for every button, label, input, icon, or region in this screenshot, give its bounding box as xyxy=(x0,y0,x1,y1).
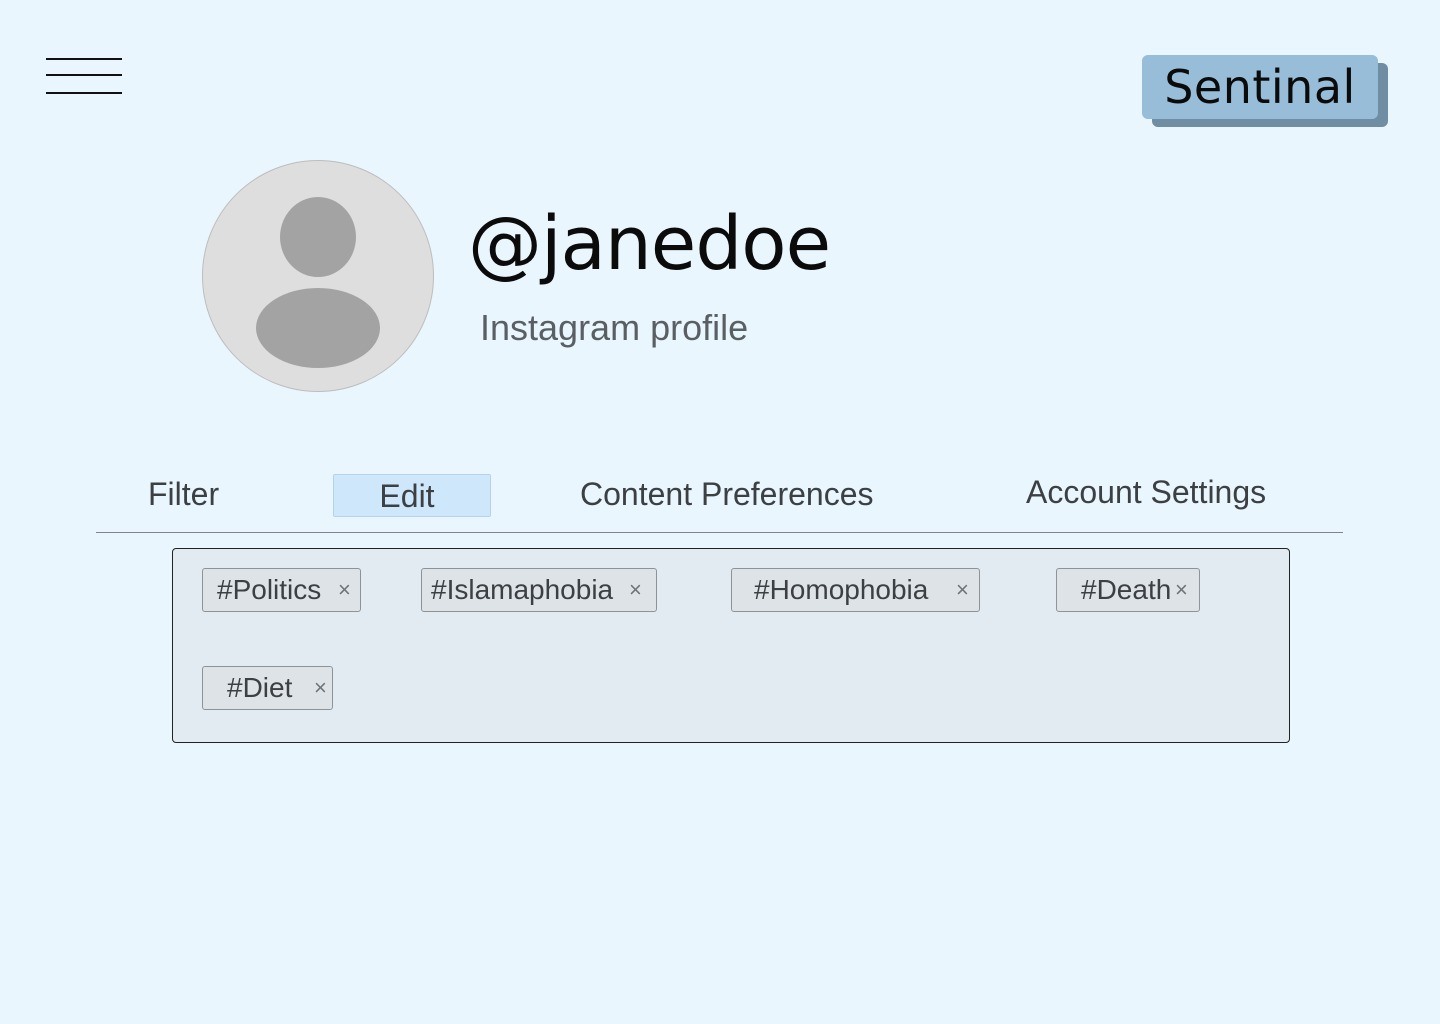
avatar-head xyxy=(280,197,356,277)
tag-chip: #Politics × xyxy=(202,568,361,612)
tab-account-settings[interactable]: Account Settings xyxy=(1026,472,1266,512)
profile-subtitle: Instagram profile xyxy=(480,307,749,348)
menu-line xyxy=(46,74,122,76)
close-icon[interactable]: × xyxy=(956,569,969,611)
user-placeholder-icon xyxy=(202,160,434,392)
brand-logo-button-wrapper: Sentinal xyxy=(1142,55,1388,127)
close-icon[interactable]: × xyxy=(338,569,351,611)
tab-filter[interactable]: Filter xyxy=(148,474,219,514)
close-icon[interactable]: × xyxy=(314,667,327,709)
tag-chip: #Homophobia × xyxy=(731,568,980,612)
avatar-body xyxy=(256,288,380,368)
tag-chip: #Death × xyxy=(1056,568,1200,612)
tag-chip: #Diet × xyxy=(202,666,333,710)
tab-content-preferences[interactable]: Content Preferences xyxy=(580,474,874,514)
tab-edit[interactable]: Edit xyxy=(333,474,491,517)
tag-label: #Politics xyxy=(217,574,322,605)
tag-chip: #Islamaphobia × xyxy=(421,568,657,612)
close-icon[interactable]: × xyxy=(1175,569,1188,611)
tag-label: #Death xyxy=(1081,574,1172,605)
hamburger-menu-icon[interactable] xyxy=(46,58,122,98)
menu-line xyxy=(46,92,122,94)
menu-line xyxy=(46,58,122,60)
tag-panel: #Politics × #Islamaphobia × #Homophobia … xyxy=(172,548,1290,743)
tab-edit-label: Edit xyxy=(379,477,435,514)
brand-button[interactable]: Sentinal xyxy=(1142,55,1378,119)
tab-divider xyxy=(96,532,1343,533)
tag-label: #Islamaphobia xyxy=(431,574,614,605)
tag-label: #Homophobia xyxy=(754,574,929,605)
tag-label: #Diet xyxy=(227,672,293,703)
profile-username: @janedoe xyxy=(468,201,831,287)
close-icon[interactable]: × xyxy=(629,569,642,611)
